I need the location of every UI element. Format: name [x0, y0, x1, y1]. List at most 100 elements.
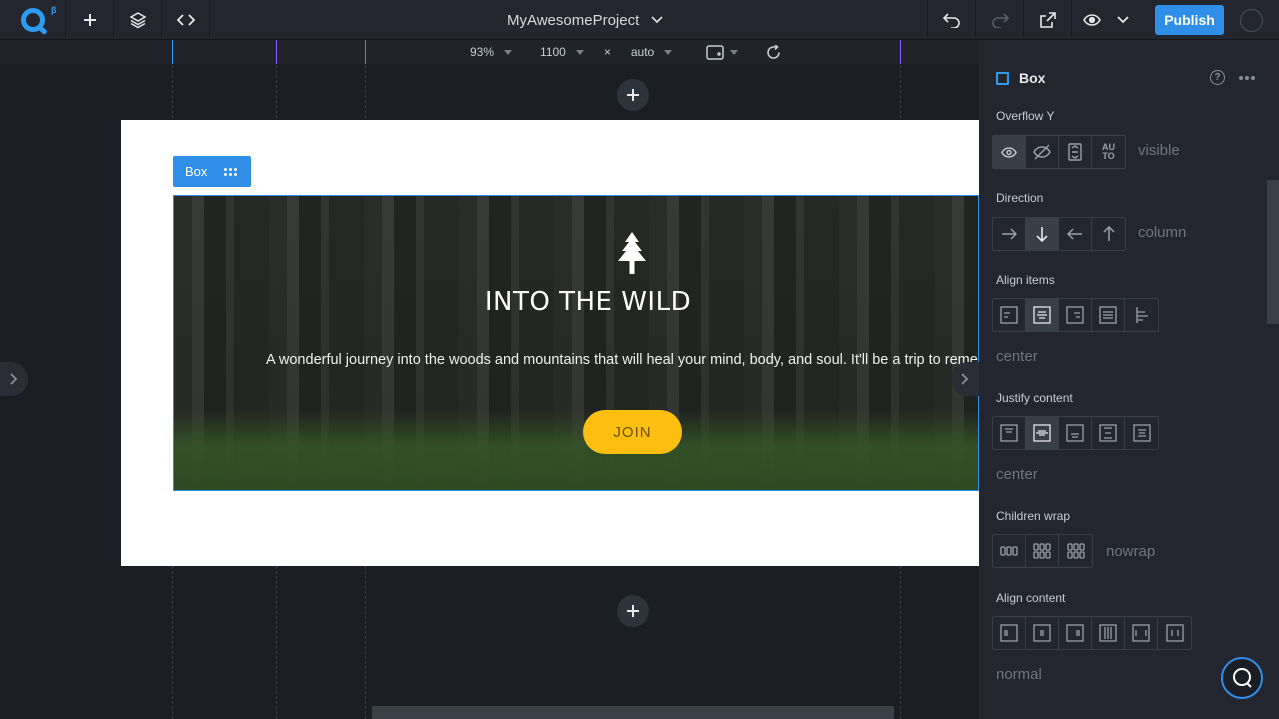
- justify-start-icon: [1000, 424, 1018, 442]
- collapse-right-panel-button[interactable]: [951, 362, 979, 396]
- width-value: 1100: [540, 45, 566, 59]
- drag-handle-icon[interactable]: [224, 167, 238, 176]
- redo-button[interactable]: [975, 0, 1023, 40]
- justify-start-option[interactable]: [993, 417, 1026, 449]
- top-toolbar: β MyAwesomeProject Publish: [0, 0, 1279, 40]
- overflow-auto-option[interactable]: AU TO: [1092, 136, 1125, 168]
- arrow-right-icon: [1002, 228, 1017, 240]
- align-content-end-option[interactable]: [1059, 617, 1092, 649]
- direction-row-option[interactable]: [993, 218, 1026, 250]
- align-items-baseline-option[interactable]: [1125, 299, 1158, 331]
- overflow-y-value: visible: [1138, 142, 1180, 159]
- project-selector[interactable]: MyAwesomeProject: [507, 0, 663, 40]
- support-chat-button[interactable]: [1221, 657, 1263, 699]
- plus-icon: [83, 13, 96, 26]
- external-link-icon: [1040, 11, 1056, 28]
- expand-left-panel-button[interactable]: [0, 362, 28, 396]
- avatar[interactable]: [1240, 8, 1263, 32]
- nowrap-icon: [1000, 546, 1018, 556]
- panel-header-actions: ?: [1210, 70, 1255, 85]
- toolbar-right: Publish: [927, 0, 1279, 40]
- add-button[interactable]: [66, 0, 114, 40]
- align-items-stretch-option[interactable]: [1092, 299, 1125, 331]
- panel-header: Box: [996, 70, 1045, 86]
- arrow-up-icon: [1102, 226, 1115, 241]
- align-content-center-icon: [1033, 624, 1051, 642]
- selected-element-tag[interactable]: Box: [173, 156, 251, 187]
- justify-space-around-option[interactable]: [1125, 417, 1158, 449]
- align-content-space-between-option[interactable]: [1125, 617, 1158, 649]
- wrap-nowrap-option[interactable]: [993, 535, 1026, 567]
- hero-box[interactable]: INTO THE WILD A wonderful journey into t…: [173, 195, 979, 491]
- add-section-below-button[interactable]: [617, 595, 649, 627]
- breakpoint-marker[interactable]: [172, 40, 173, 64]
- code-icon: [176, 13, 195, 26]
- children-wrap-value: nowrap: [1106, 543, 1156, 560]
- selected-element-name: Box: [185, 164, 208, 179]
- editor-canvas[interactable]: 93% 1100 × auto Box INTO THE WILD A wond…: [0, 40, 979, 719]
- panel-vertical-scrollbar[interactable]: [1267, 180, 1279, 324]
- justify-content-options: [992, 416, 1159, 450]
- justify-end-option[interactable]: [1059, 417, 1092, 449]
- device-frame-icon: [706, 44, 724, 60]
- breakpoint-marker[interactable]: [900, 40, 901, 64]
- auto-text: AU TO: [1102, 142, 1115, 161]
- height-select[interactable]: auto: [631, 45, 673, 59]
- align-center-icon: [1033, 306, 1051, 324]
- beta-badge: β: [51, 4, 57, 15]
- justify-space-between-icon: [1099, 424, 1117, 442]
- overflow-hidden-option[interactable]: [1026, 136, 1059, 168]
- app-logo[interactable]: β: [0, 0, 66, 40]
- align-content-label: Align content: [996, 591, 1066, 605]
- layers-button[interactable]: [114, 0, 162, 40]
- width-select[interactable]: 1100: [540, 45, 584, 59]
- preview-options-button[interactable]: [1111, 0, 1135, 40]
- overflow-y-options: AU TO: [992, 135, 1126, 169]
- align-items-end-option[interactable]: [1059, 299, 1092, 331]
- direction-column-option[interactable]: [1026, 218, 1059, 250]
- direction-column-reverse-option[interactable]: [1092, 218, 1125, 250]
- direction-label: Direction: [996, 191, 1044, 205]
- align-content-space-between-icon: [1132, 624, 1150, 642]
- align-stretch-icon: [1099, 306, 1117, 324]
- publish-button[interactable]: Publish: [1155, 5, 1224, 35]
- code-button[interactable]: [162, 0, 210, 40]
- breakpoint-marker[interactable]: [276, 40, 277, 64]
- children-wrap-label: Children wrap: [996, 509, 1071, 523]
- overflow-visible-option[interactable]: [993, 136, 1026, 168]
- justify-content-value: center: [996, 466, 1038, 483]
- wrap-reverse-option[interactable]: [1059, 535, 1092, 567]
- align-items-center-option[interactable]: [1026, 299, 1059, 331]
- direction-row-reverse-option[interactable]: [1059, 218, 1092, 250]
- undo-button[interactable]: [927, 0, 975, 40]
- caret-down-icon: [504, 49, 513, 55]
- refresh-button[interactable]: [766, 44, 781, 60]
- wrap-wrap-option[interactable]: [1026, 535, 1059, 567]
- align-end-icon: [1066, 306, 1084, 324]
- join-button[interactable]: JOIN: [583, 410, 682, 454]
- align-content-center-option[interactable]: [1026, 617, 1059, 649]
- preview-button[interactable]: [1071, 0, 1111, 40]
- eye-off-icon: [1033, 144, 1051, 160]
- device-select[interactable]: [706, 44, 739, 60]
- help-icon[interactable]: ?: [1210, 70, 1225, 85]
- overflow-scroll-option[interactable]: [1059, 136, 1092, 168]
- align-content-stretch-option[interactable]: [1092, 617, 1125, 649]
- align-content-space-around-option[interactable]: [1158, 617, 1191, 649]
- forest-background: [174, 410, 978, 490]
- wrap-reverse-icon: [1066, 543, 1085, 559]
- align-content-end-icon: [1066, 624, 1084, 642]
- caret-down-icon: [575, 49, 584, 55]
- align-items-options: [992, 298, 1159, 332]
- open-preview-button[interactable]: [1023, 0, 1071, 40]
- add-section-above-button[interactable]: [617, 79, 649, 111]
- horizontal-scrollbar[interactable]: [372, 706, 894, 719]
- justify-space-between-option[interactable]: [1092, 417, 1125, 449]
- align-items-start-option[interactable]: [993, 299, 1026, 331]
- align-content-start-option[interactable]: [993, 617, 1026, 649]
- justify-center-option[interactable]: [1026, 417, 1059, 449]
- zoom-select[interactable]: 93%: [470, 45, 513, 59]
- more-options-icon[interactable]: [1239, 75, 1255, 80]
- page-frame[interactable]: Box INTO THE WILD A wonderful journey in…: [121, 120, 979, 566]
- breakpoint-marker[interactable]: [365, 40, 366, 64]
